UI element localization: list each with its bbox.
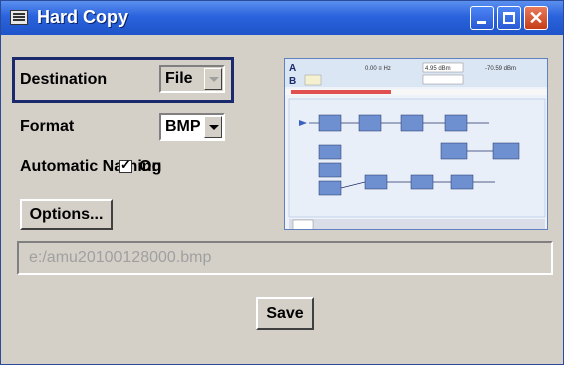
preview-level: 4.95 dBm xyxy=(425,66,451,72)
maximize-icon xyxy=(503,12,515,24)
automatic-naming-checkbox[interactable] xyxy=(119,157,132,173)
file-path-value: e:/amu20100128000.bmp xyxy=(29,249,212,266)
title-bar[interactable]: Hard Copy ✕ xyxy=(1,1,563,35)
options-button[interactable]: Options... xyxy=(20,199,113,230)
preview-freq: 0.00 ≡ Hz xyxy=(365,66,391,72)
preview-header-b: B xyxy=(289,76,296,87)
format-label: Format xyxy=(20,118,75,135)
close-icon: ✕ xyxy=(528,8,544,28)
preview-level2: -70.59 dBm xyxy=(485,66,516,72)
format-value: BMP xyxy=(165,118,201,135)
hard-copy-dialog: Hard Copy ✕ Destination File Format BMP … xyxy=(0,0,564,365)
format-select[interactable]: BMP xyxy=(159,113,225,141)
minimize-icon xyxy=(477,21,486,24)
chevron-down-icon[interactable] xyxy=(204,116,222,138)
destination-select[interactable]: File xyxy=(159,65,225,93)
automatic-naming-state: On xyxy=(139,158,162,175)
maximize-button[interactable] xyxy=(497,6,521,30)
chevron-down-icon[interactable] xyxy=(204,68,222,90)
destination-label: Destination xyxy=(20,71,108,88)
save-button[interactable]: Save xyxy=(256,297,314,330)
preview-image: A B 0.00 ≡ Hz 4.95 dBm -70.59 dBm xyxy=(285,59,547,229)
minimize-button[interactable] xyxy=(470,6,494,30)
preview-header-a: A xyxy=(289,63,296,74)
keyboard-icon xyxy=(10,10,28,25)
destination-value: File xyxy=(165,70,193,87)
close-button[interactable]: ✕ xyxy=(524,6,548,30)
window-title: Hard Copy xyxy=(37,7,129,27)
file-path-field[interactable]: e:/amu20100128000.bmp xyxy=(17,241,553,275)
screenshot-preview: A B 0.00 ≡ Hz 4.95 dBm -70.59 dBm xyxy=(284,58,548,230)
